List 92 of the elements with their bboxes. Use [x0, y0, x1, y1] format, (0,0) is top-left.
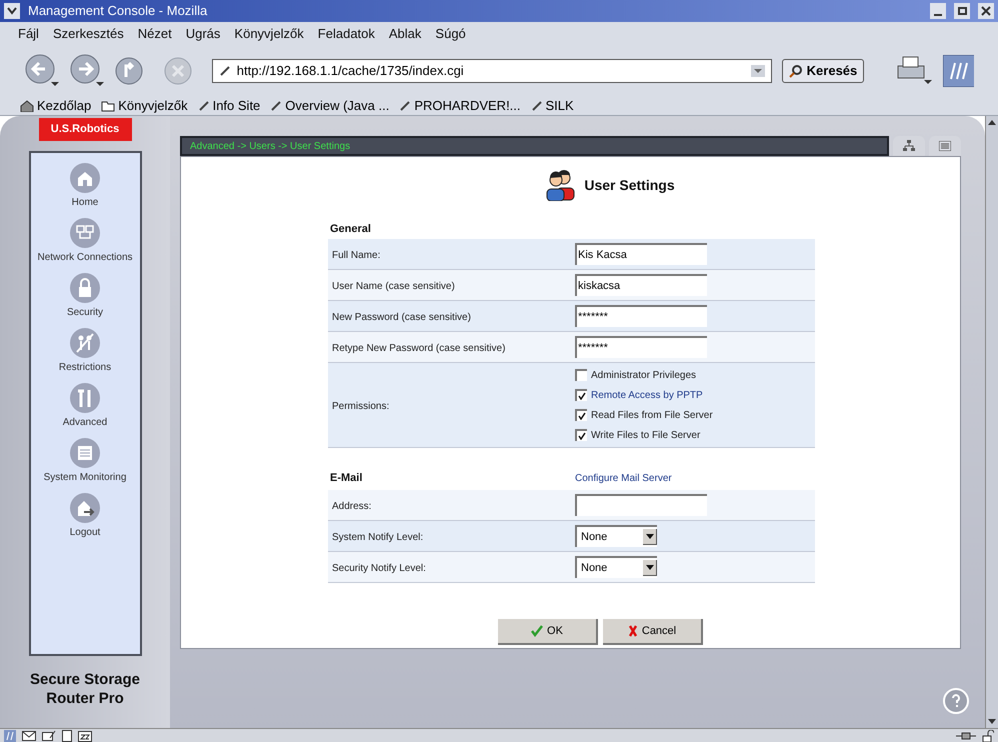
forward-button[interactable]: [68, 53, 104, 89]
product-name: Secure Storage Router Pro: [28, 670, 142, 708]
url-field[interactable]: http://192.168.1.1/cache/1735/index.cgi: [212, 59, 772, 83]
logout-icon[interactable]: [70, 492, 100, 522]
checkbox[interactable]: [575, 429, 587, 441]
field-label: Full Name:: [332, 250, 380, 261]
sidebar-item[interactable]: System Monitoring: [44, 470, 126, 484]
field-label: New Password (case sensitive): [332, 312, 471, 323]
menu-item[interactable]: Fájl: [18, 24, 39, 44]
field-label: Permissions:: [332, 401, 390, 412]
input-field[interactable]: [575, 494, 707, 516]
checkbox[interactable]: [575, 409, 587, 421]
bookmark-link[interactable]: SILK: [530, 96, 574, 116]
section-heading: General: [330, 222, 371, 237]
help-button[interactable]: [943, 688, 969, 714]
mail-icon[interactable]: [22, 730, 36, 740]
bookmark-link[interactable]: Könyvjelzők: [101, 96, 188, 116]
checkbox-label[interactable]: Administrator Privileges: [591, 368, 696, 382]
checkbox-label[interactable]: Remote Access by PPTP: [591, 388, 703, 402]
navigator-icon[interactable]: [4, 730, 16, 742]
bookmark-link[interactable]: PROHARDVER!...: [399, 96, 521, 116]
dropdown[interactable]: None: [575, 556, 657, 578]
field-label: Address:: [332, 501, 372, 512]
field-label: System Notify Level:: [332, 532, 424, 543]
breadcrumb: Advanced -> Users -> User Settings: [190, 140, 350, 154]
cross-icon: [628, 625, 638, 637]
menu-item[interactable]: Feladatok: [318, 24, 375, 44]
check-icon: [531, 625, 544, 637]
menu-item[interactable]: Súgó: [435, 24, 466, 44]
menu-item[interactable]: Szerkesztés: [52, 24, 124, 44]
folder-icon: [101, 100, 116, 112]
reload-button[interactable]: [114, 56, 143, 86]
ok-button[interactable]: OK: [498, 619, 598, 645]
minimize-button[interactable]: [930, 3, 946, 19]
menu-item[interactable]: Ugrás: [186, 24, 220, 44]
sidebar-item[interactable]: Security: [66, 304, 104, 320]
cancel-button[interactable]: Cancel: [603, 619, 703, 645]
home-icon: [20, 100, 34, 112]
input-field[interactable]: *******: [575, 336, 707, 358]
caret-icon: [646, 534, 654, 539]
sitemap-tab[interactable]: [893, 136, 925, 156]
bookmark-link[interactable]: Kezdőlap: [20, 96, 92, 116]
sidebar-item[interactable]: Logout: [70, 524, 100, 540]
sitemap-icon: [903, 140, 915, 152]
link-icon: [218, 65, 231, 77]
checkbox-label[interactable]: Write Files to File Server: [591, 428, 700, 442]
link-icon: [198, 100, 210, 112]
window-title: Management Console - Mozilla: [28, 2, 208, 20]
brand-logo: U.S.Robotics: [38, 118, 132, 140]
list-tab[interactable]: [929, 136, 961, 156]
menu-item[interactable]: Könyvjelzők: [234, 24, 304, 44]
maximize-button[interactable]: [954, 3, 970, 19]
back-button[interactable]: [24, 53, 59, 89]
input-field[interactable]: kiskacsa: [575, 274, 707, 296]
field-label: Security Notify Level:: [332, 563, 426, 574]
sidebar-item[interactable]: Network Connections: [37, 250, 133, 264]
users-icon: [546, 169, 576, 201]
checkbox[interactable]: [575, 369, 587, 381]
list-icon: [939, 141, 951, 151]
sidebar-item[interactable]: Home: [72, 194, 98, 210]
menu-item[interactable]: Ablak: [388, 24, 422, 44]
section-heading: E-Mail: [330, 472, 362, 484]
dropdown[interactable]: None: [575, 525, 657, 547]
page-title: User Settings: [584, 176, 675, 195]
link-icon: [399, 100, 412, 112]
input-field[interactable]: Kis Kacsa: [575, 243, 707, 265]
menu-item[interactable]: Nézet: [138, 24, 172, 44]
scrollbar[interactable]: [985, 116, 998, 728]
bookmark-link[interactable]: Overview (Java ...: [270, 96, 390, 116]
chat-icon[interactable]: [78, 730, 92, 742]
caret-icon: [646, 565, 654, 570]
search-icon: [788, 64, 803, 78]
checkbox-label[interactable]: Read Files from File Server: [591, 408, 713, 422]
sidebar-item[interactable]: Advanced: [62, 414, 108, 430]
question-mark-icon: [951, 694, 961, 708]
link-icon: [270, 100, 282, 112]
padlock-icon: [982, 730, 994, 742]
link-icon: [530, 100, 543, 112]
connection-icon: [956, 730, 976, 740]
input-field[interactable]: *******: [575, 305, 707, 327]
close-button[interactable]: [978, 3, 994, 19]
search-button[interactable]: Keresés: [782, 59, 864, 83]
configure-mail-link[interactable]: Configure Mail Server: [575, 471, 672, 486]
bookmark-link[interactable]: Info Site: [198, 96, 260, 116]
sidebar-item[interactable]: Restrictions: [58, 360, 112, 374]
composer-icon[interactable]: [42, 730, 56, 742]
address-book-icon[interactable]: [62, 730, 72, 742]
mozilla-logo-icon[interactable]: [943, 55, 974, 87]
field-label: User Name (case sensitive): [332, 281, 455, 292]
field-label: Retype New Password (case sensitive): [332, 343, 506, 354]
checkbox[interactable]: [575, 389, 587, 401]
window-menu-icon[interactable]: [4, 3, 20, 19]
